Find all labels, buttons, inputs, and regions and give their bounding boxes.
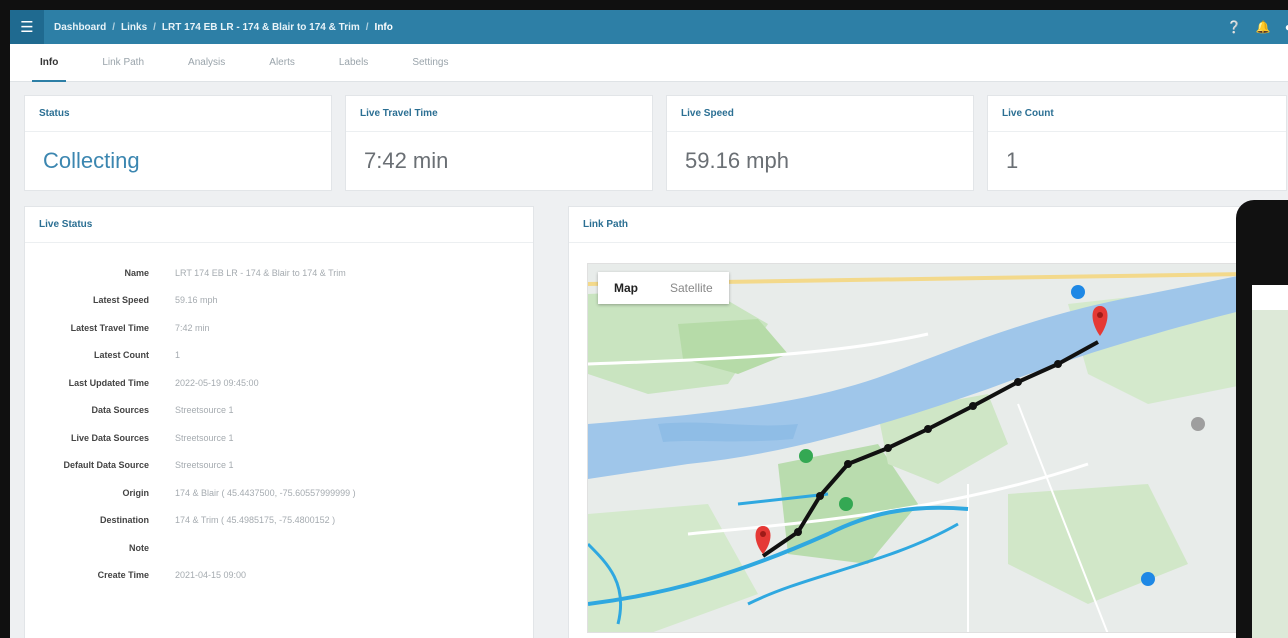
row-key: Create Time: [97, 570, 149, 581]
map-button[interactable]: Map: [598, 272, 654, 304]
tab-settings[interactable]: Settings: [390, 44, 470, 82]
satellite-button[interactable]: Satellite: [654, 272, 729, 304]
live-count-value: 1: [1006, 148, 1019, 173]
live-count-card: Live Count 1: [987, 95, 1287, 191]
breadcrumb-current: Info: [374, 21, 393, 33]
status-row-create-time: Create Time 2021-04-15 09:00: [25, 562, 533, 590]
row-value: Streetsource 1: [175, 460, 234, 471]
status-row-name: Name LRT 174 EB LR - 174 & Blair to 174 &…: [25, 259, 533, 287]
tab-link-path[interactable]: Link Path: [80, 44, 166, 82]
row-value: Streetsource 1: [175, 405, 234, 416]
tab-alerts[interactable]: Alerts: [247, 44, 317, 82]
live-travel-time-card: Live Travel Time 7:42 min: [345, 95, 653, 191]
tab-labels[interactable]: Labels: [317, 44, 390, 82]
card-title: Live Travel Time: [346, 96, 652, 132]
row-key: Destination: [99, 515, 149, 526]
row-value: 174 & Trim ( 45.4985175, -75.4800152 ): [175, 515, 336, 526]
help-icon[interactable]: ❔: [1227, 20, 1242, 34]
row-value: LRT 174 EB LR - 174 & Blair to 174 & Tri…: [175, 267, 346, 278]
map-canvas: [588, 264, 1246, 632]
breadcrumb-separator: /: [365, 21, 369, 33]
row-value: 2022-05-19 09:45:00: [175, 377, 259, 388]
map-type-toggle: Map Satellite: [598, 272, 729, 304]
breadcrumb: Dashboard / Links / LRT 174 EB LR - 174 …: [54, 22, 393, 33]
status-row-default-data-source: Default Data Source Streetsource 1: [25, 452, 533, 480]
live-speed-card: Live Speed 59.16 mph: [666, 95, 974, 191]
panel-title: Live Status: [25, 207, 533, 243]
status-card: Status Collecting: [24, 95, 332, 191]
live-travel-time-value: 7:42 min: [364, 148, 449, 173]
row-key: Data Sources: [91, 405, 149, 416]
row-value: Streetsource 1: [175, 432, 234, 443]
breadcrumb-link-name[interactable]: LRT 174 EB LR - 174 & Blair to 174 & Tri…: [162, 22, 360, 33]
status-row-destination: Destination 174 & Trim ( 45.4985175, -75.…: [25, 507, 533, 535]
menu-icon[interactable]: ☰: [10, 10, 44, 44]
row-key: Default Data Source: [63, 460, 149, 471]
breadcrumb-separator: /: [112, 21, 116, 33]
row-value: 59.16 mph: [175, 295, 218, 306]
row-key: Latest Speed: [92, 295, 149, 306]
row-key: Latest Travel Time: [70, 322, 149, 333]
row-key: Name: [124, 267, 149, 278]
status-row-live-data-sources: Live Data Sources Streetsource 1: [25, 424, 533, 452]
bell-icon[interactable]: 🔔: [1256, 20, 1271, 34]
row-value: 2021-04-15 09:00: [175, 570, 247, 581]
tab-info[interactable]: Info: [18, 44, 80, 82]
breadcrumb-dashboard[interactable]: Dashboard: [54, 22, 106, 33]
row-key: Note: [129, 542, 149, 553]
panel-title: Link Path: [569, 207, 1287, 243]
live-status-panel: Live Status Name LRT 174 EB LR - 174 & Bl…: [24, 206, 534, 638]
route-map[interactable]: Map Satellite: [587, 263, 1247, 633]
status-value: Collecting: [43, 148, 140, 173]
row-key: Origin: [122, 487, 150, 498]
row-value: 174 & Blair ( 45.4437500, -75.6055799999…: [175, 487, 356, 498]
status-list: Name LRT 174 EB LR - 174 & Blair to 174 &…: [25, 243, 533, 589]
tab-bar: Info Link Path Analysis Alerts Labels Se…: [10, 44, 1288, 82]
status-row-note: Note: [25, 534, 533, 562]
status-row-latest-speed: Latest Speed 59.16 mph: [25, 287, 533, 315]
row-key: Live Data Sources: [70, 432, 149, 443]
app-window: ☰ Dashboard / Links / LRT 174 EB LR - 17…: [10, 10, 1288, 638]
status-row-last-updated: Last Updated Time 2022-05-19 09:45:00: [25, 369, 533, 397]
status-row-latest-travel-time: Latest Travel Time 7:42 min: [25, 314, 533, 342]
row-value: 7:42 min: [175, 322, 210, 333]
card-title: Status: [25, 96, 331, 132]
breadcrumb-links[interactable]: Links: [121, 22, 147, 33]
row-key: Latest Count: [94, 350, 149, 361]
row-key: Last Updated Time: [68, 377, 149, 388]
top-icons: ❔ 🔔 ●: [1227, 10, 1288, 44]
status-row-origin: Origin 174 & Blair ( 45.4437500, -75.6055…: [25, 479, 533, 507]
breadcrumb-separator: /: [153, 21, 156, 33]
phone-map: [1252, 310, 1288, 638]
row-value: 1: [175, 350, 181, 361]
card-title: Live Speed: [667, 96, 973, 132]
top-bar: ☰ Dashboard / Links / LRT 174 EB LR - 17…: [10, 10, 1288, 44]
status-row-latest-count: Latest Count 1: [25, 342, 533, 370]
card-title: Live Count: [988, 96, 1286, 132]
status-row-data-sources: Data Sources Streetsource 1: [25, 397, 533, 425]
tab-analysis[interactable]: Analysis: [166, 44, 247, 82]
link-path-panel: Link Path Map Satellite: [568, 206, 1288, 638]
live-speed-value: 59.16 mph: [685, 148, 789, 173]
